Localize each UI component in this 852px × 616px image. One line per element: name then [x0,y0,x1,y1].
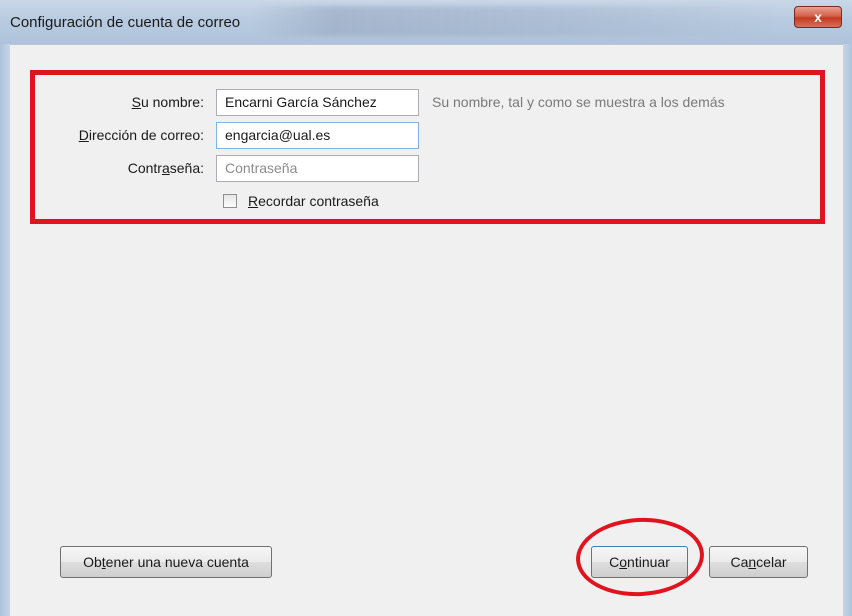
blurred-background-text [255,6,775,36]
close-button[interactable]: x [794,6,842,28]
window-frame-left [0,44,10,616]
title-bar: Configuración de cuenta de correo x [0,0,852,44]
window-title: Configuración de cuenta de correo [10,14,241,31]
account-setup-dialog: Configuración de cuenta de correo x Su n… [0,0,852,616]
close-icon: x [814,9,822,25]
red-highlight-rectangle [30,70,825,224]
window-frame-right [843,44,852,616]
cancel-button[interactable]: Cancelar [709,546,808,578]
get-new-account-button[interactable]: Obtener una nueva cuenta [60,546,272,578]
